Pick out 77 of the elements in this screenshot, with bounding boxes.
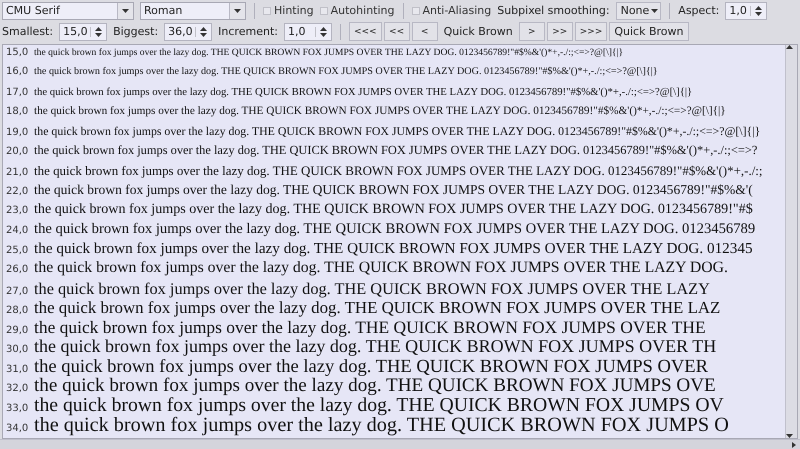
sample-line: the quick brown fox jumps over the lazy dog. THE QUICK BROWN FOX JUMPS OVER THE LAZY DOG. 0123456789!"#$%&'()*+,-./:; (34, 162, 762, 179)
sample-line: the quick brown fox jumps over the lazy dog. THE QUICK BROWN FOX JUMPS OVER THE LAZY DOG. (34, 259, 728, 278)
size-spinbox[interactable]: 15,0 (59, 22, 108, 40)
size-spinbox[interactable]: 36,0 (164, 22, 212, 40)
checkbox[interactable]: Anti-Aliasing (412, 4, 492, 17)
sample-text: Quick Brown (442, 25, 514, 38)
sample-line: the quick brown fox jumps over the lazy dog. THE QUICK BROWN FOX JUMPS OVER THE LAZY DOG. 0123456789!"#$%&'()*+,-./:;<=>?@[\]{|} (34, 124, 760, 140)
size-label: 34,0 (6, 422, 30, 434)
sample-line: the quick brown fox jumps over the lazy dog. THE QUICK BROWN FOX JUMPS OVER THE LAZY DOG. 0123456789!"#$%&'()*+,-./:;<=>? (34, 143, 758, 158)
checkbox[interactable]: Autohinting (320, 4, 394, 17)
size-label: 16,0 (6, 66, 30, 78)
spin-up-icon (755, 6, 762, 10)
sample-text-button[interactable]: Quick Brown (609, 22, 688, 41)
font-combo[interactable]: CMU Serif (2, 2, 134, 20)
size-label: 21,0 (6, 166, 30, 178)
spinbox-label: Increment: (218, 25, 278, 38)
sample-line: the quick brown fox jumps over the lazy dog. THE QUICK BROWN FOX JUMPS OVER THE (34, 317, 706, 338)
size-label: 29,0 (6, 325, 30, 336)
sample-line: the quick brown fox jumps over the lazy dog. THE QUICK BROWN FOX JUMPS OVER THE LAZY DOG. 0123456789!"#$%&'()*+,-./:;<=>?@[\]{|} (34, 86, 692, 98)
size-label: 23,0 (6, 205, 30, 216)
size-label: 32,0 (6, 383, 30, 394)
sample-line: the quick brown fox jumps over the lazy dog. THE QUICK BROWN FOX JUMPS OVER THE LAZY DOG. 012345 (34, 240, 753, 258)
spin-down-icon (95, 32, 102, 36)
size-label: 15,0 (6, 47, 30, 58)
sample-line: the quick brown fox jumps over the lazy dog. THE QUICK BROWN FOX JUMPS OVER TH (34, 336, 716, 358)
size-label: 26,0 (6, 264, 30, 276)
back-button[interactable]: << (384, 22, 410, 41)
size-label: 19,0 (6, 127, 30, 138)
sample-line: the quick brown fox jumps over the lazy dog. THE QUICK BROWN FOX JUMPS OVER (34, 356, 708, 378)
aspect-spinbox[interactable]: 1,0 (725, 2, 768, 20)
horizontal-scrollbar[interactable] (0, 439, 800, 449)
sample-line: the quick brown fox jumps over the lazy dog. THE QUICK BROWN FOX JUMPS OV (34, 394, 724, 416)
sample-line: the quick brown fox jumps over the lazy dog. THE QUICK BROWN FOX JUMPS OVER THE LAZY (34, 278, 710, 299)
size-label: 31,0 (6, 364, 30, 375)
forward-button[interactable]: > (518, 22, 545, 41)
sample-line: the quick brown fox jumps over the lazy dog. THE QUICK BROWN FOX JUMPS OVER THE LAZY DOG. 0123456789!"#$%&'()*+,-./:;<=>?@[\]{|} (34, 66, 658, 78)
forward-button[interactable]: >>> (574, 22, 608, 41)
scroll-right-icon (792, 442, 796, 448)
back-button[interactable]: < (412, 22, 438, 41)
size-label: 27,0 (6, 286, 30, 297)
spin-up-icon (320, 26, 327, 30)
size-label: 30,0 (6, 344, 30, 356)
size-label: 18,0 (6, 106, 30, 117)
spinbox-label: Biggest: (113, 25, 158, 38)
scrollbar[interactable] (785, 45, 797, 438)
forward-button[interactable]: >> (546, 22, 573, 41)
size-label: 17,0 (6, 86, 30, 98)
spin-up-icon (200, 26, 208, 30)
sample-line: the quick brown fox jumps over the lazy dog. THE QUICK BROWN FOX JUMPS OVER THE LAZY DOG. 0123456789!"#$ (34, 201, 753, 218)
dropdown-arrow-icon (651, 8, 658, 12)
spin-down-icon (320, 32, 327, 36)
sample-line: the quick brown fox jumps over the lazy dog. THE QUICK BROWN FOX JUMPS OVE (34, 375, 716, 397)
size-label: 22,0 (6, 186, 30, 198)
back-button[interactable]: <<< (348, 22, 382, 41)
style-combo[interactable]: Roman (140, 2, 246, 20)
sample-line: the quick brown fox jumps over the lazy dog. THE QUICK BROWN FOX JUMPS OVER THE LAZY DOG. 0123456789!"#$%&'()*+,-./:;<=>?@[\]{|} (34, 104, 726, 117)
size-label: 28,0 (6, 304, 30, 316)
checkbox[interactable]: Hinting (263, 4, 314, 17)
scroll-up-icon (786, 45, 793, 49)
size-label: 33,0 (6, 403, 30, 414)
spin-down-icon (755, 12, 762, 16)
dropdown-arrow-icon (122, 8, 129, 12)
sample-line: the quick brown fox jumps over the lazy dog. THE QUICK BROWN FOX JUMPS OVER THE LAZY DOG. 0123456789!"#$%&'()*+,-./:;<=>?@[\]{|} (34, 47, 624, 58)
subpixel-label: Subpixel smoothing: (497, 4, 610, 17)
spin-up-icon (95, 26, 102, 30)
spinbox-label: Smallest: (2, 25, 54, 38)
dropdown-arrow-icon (234, 8, 241, 12)
size-spinbox[interactable]: 1,0 (284, 22, 332, 40)
sample-line: the quick brown fox jumps over the lazy dog. THE QUICK BROWN FOX JUMPS OVER THE LAZY DOG. 0123456789 (34, 220, 756, 238)
sample-line: the quick brown fox jumps over the lazy dog. THE QUICK BROWN FOX JUMPS OVER THE LAZY DOG. 0123456789!"#$%&'( (34, 182, 753, 198)
spin-down-icon (200, 32, 208, 36)
subpixel-dropdown[interactable]: None (616, 2, 662, 20)
sample-line: the quick brown fox jumps over the lazy dog. THE QUICK BROWN FOX JUMPS OVER THE LAZ (34, 298, 720, 318)
size-label: 25,0 (6, 244, 30, 256)
size-label: 20,0 (6, 146, 30, 158)
size-label: 24,0 (6, 224, 30, 236)
aspect-label: Aspect: (678, 4, 720, 17)
